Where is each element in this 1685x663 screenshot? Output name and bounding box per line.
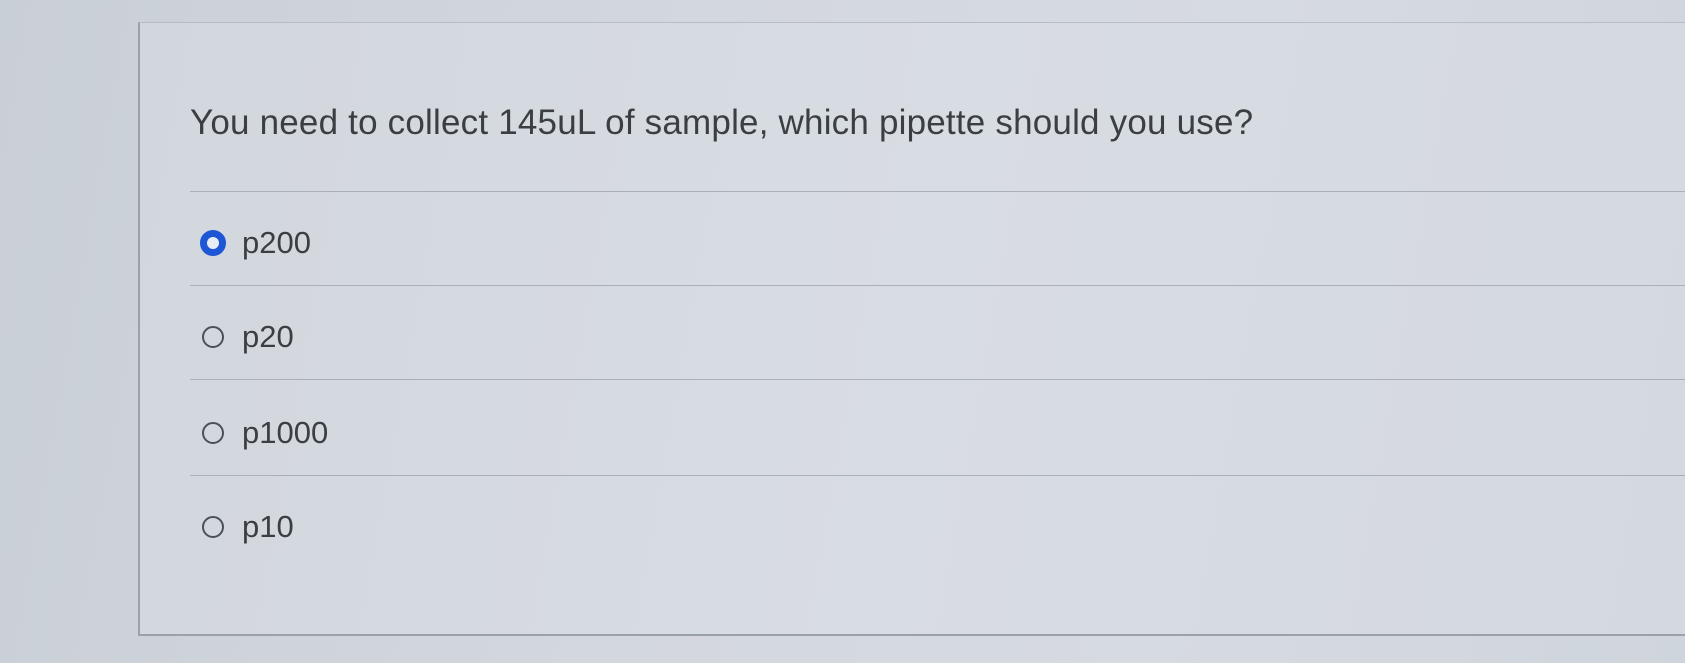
option-label: p1000 bbox=[242, 415, 329, 450]
question-card: You need to collect 145uL of sample, whi… bbox=[138, 22, 1685, 636]
answer-option-p200[interactable]: p200 bbox=[200, 223, 311, 263]
answer-option-p10[interactable]: p10 bbox=[202, 507, 294, 547]
radio-button[interactable] bbox=[202, 326, 224, 348]
answer-option-p20[interactable]: p20 bbox=[202, 317, 294, 357]
option-label: p20 bbox=[242, 319, 294, 354]
divider bbox=[190, 475, 1685, 476]
divider bbox=[190, 379, 1685, 380]
option-label: p200 bbox=[242, 225, 311, 260]
answer-option-p1000[interactable]: p1000 bbox=[202, 413, 328, 453]
divider bbox=[190, 285, 1685, 286]
question-text: You need to collect 145uL of sample, whi… bbox=[190, 103, 1254, 142]
divider bbox=[190, 191, 1685, 192]
radio-button[interactable] bbox=[202, 422, 224, 444]
option-label: p10 bbox=[242, 509, 294, 544]
radio-button[interactable] bbox=[202, 516, 224, 538]
radio-button-selected[interactable] bbox=[200, 230, 226, 256]
